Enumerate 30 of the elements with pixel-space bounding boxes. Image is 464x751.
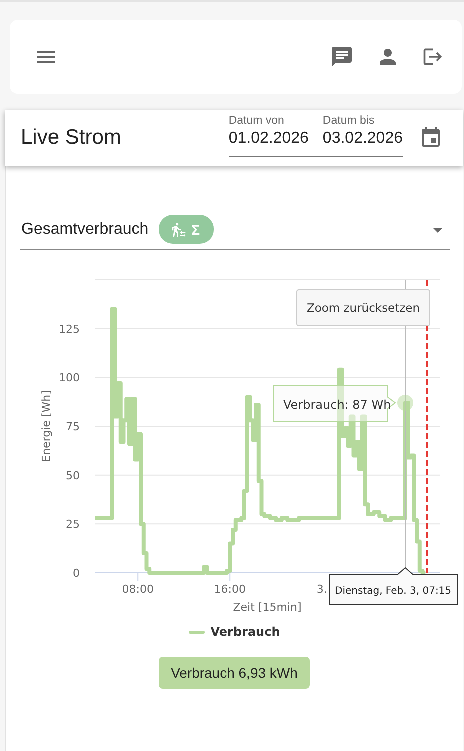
calendar-icon[interactable] [419,126,443,150]
x-tick-label: 08:00 [122,583,154,596]
time-tooltip: Dienstag, Feb. 3, 07:15 [329,567,458,606]
logout-icon[interactable] [422,46,444,68]
date-range-field[interactable]: Datum von 01.02.2026 Datum bis 03.02.2026 [228,115,403,157]
date-value: 03.02.2026 [322,130,403,148]
total-consumption-button[interactable]: Verbrauch 6,93 kWh [159,657,310,689]
x-tick-label: 16:00 [214,583,246,596]
legend-item[interactable]: Verbrauch [188,625,280,639]
date-value: 01.02.2026 [228,130,309,148]
zoom-reset-button[interactable]: Zoom zurücksetzen [296,290,430,326]
chat-icon[interactable] [330,45,354,69]
select-value: Gesamtverbrauch [22,220,149,238]
y-tick-label: 50 [66,469,80,482]
person-arrows-icon [170,222,187,238]
meter-chip: Σ [158,215,214,244]
hover-point [397,395,413,412]
y-tick-label: 75 [66,420,80,434]
y-tick-label: 25 [66,518,80,532]
date-label: Datum bis [322,115,376,127]
y-tick-label: 0 [72,567,80,580]
x-tick-label: 3. [316,583,327,596]
page-title: Live Strom [21,126,122,150]
meter-select[interactable]: Gesamtverbrauch Σ [20,210,450,250]
y-tick-label: 100 [58,372,80,385]
x-axis-title: Zeit [15min] [232,601,302,614]
y-axis-title: Energie [Wh] [40,390,52,462]
value-tooltip: Verbrauch: 87 Wh [272,386,396,423]
date-label: Datum von [228,115,286,127]
y-tick-label: 125 [58,322,80,336]
